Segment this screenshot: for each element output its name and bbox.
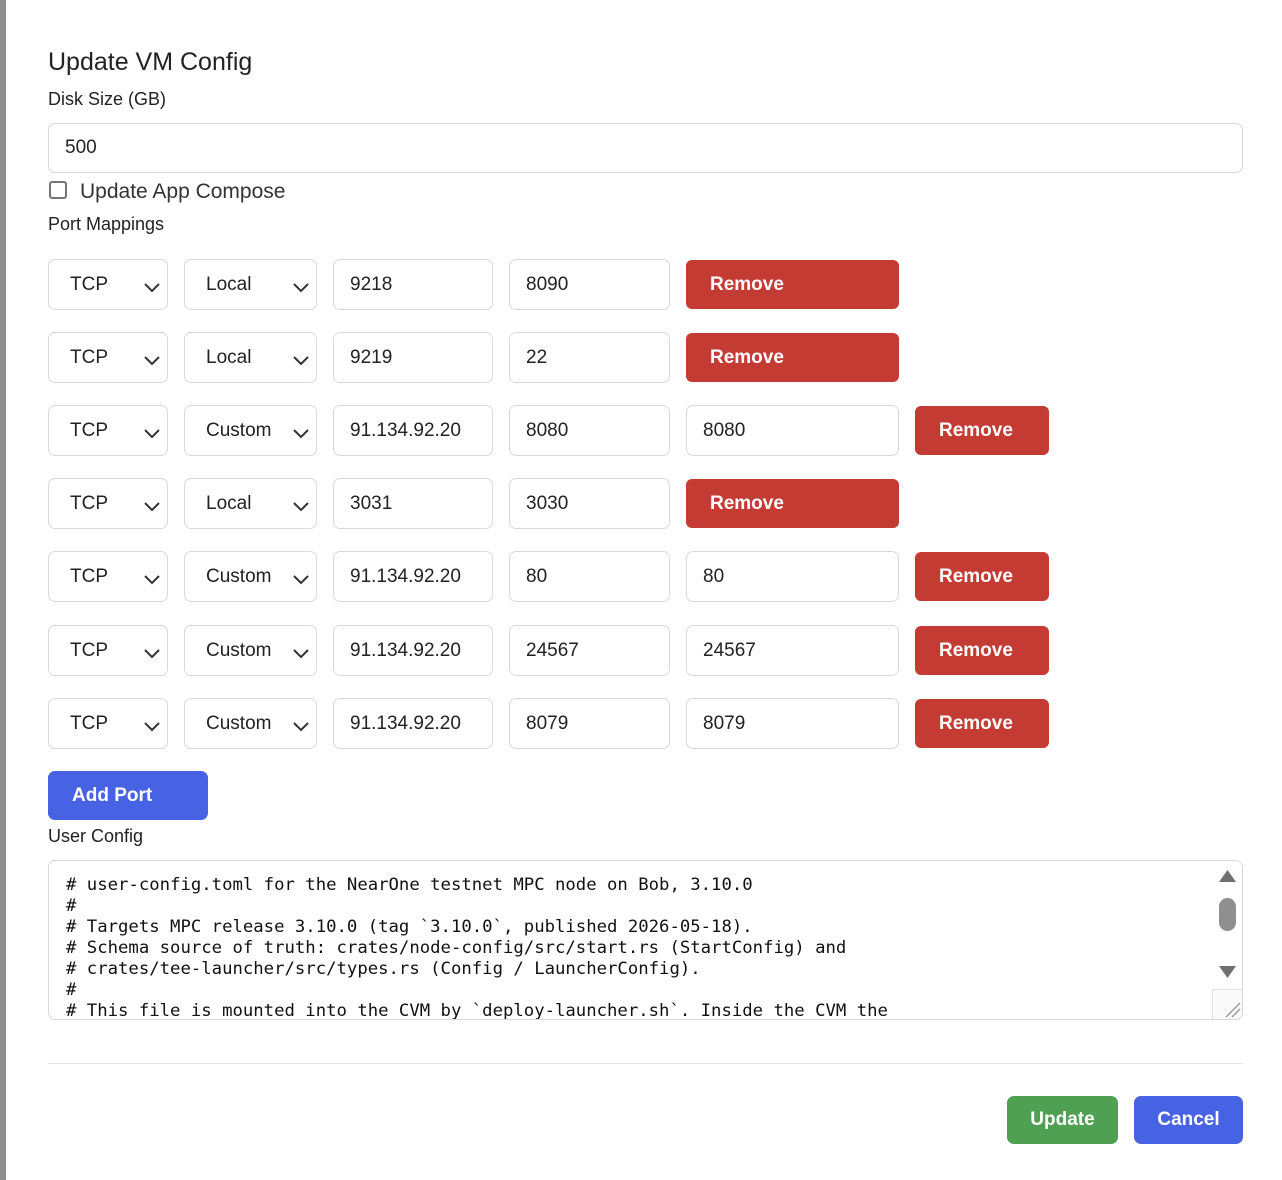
vm-port-input[interactable] — [509, 478, 670, 529]
remove-port-button[interactable]: Remove — [686, 260, 899, 309]
protocol-select[interactable]: TCP — [48, 478, 168, 529]
mode-value: Local — [206, 493, 252, 514]
dialog-title: Update VM Config — [48, 48, 253, 76]
vm-port-input[interactable] — [686, 698, 899, 749]
protocol-value: TCP — [70, 713, 108, 734]
chevron-down-icon — [292, 644, 310, 659]
mode-select[interactable]: Custom — [184, 698, 317, 749]
mode-value: Local — [206, 274, 252, 295]
protocol-select[interactable]: TCP — [48, 405, 168, 456]
update-button[interactable]: Update — [1007, 1096, 1118, 1144]
textarea-scrollbar[interactable] — [1212, 861, 1242, 991]
user-config-textarea[interactable]: # user-config.toml for the NearOne testn… — [48, 860, 1243, 1020]
chevron-down-icon — [292, 497, 310, 512]
protocol-value: TCP — [70, 640, 108, 661]
protocol-value: TCP — [70, 420, 108, 441]
code-line: # — [66, 896, 77, 916]
mode-select[interactable]: Custom — [184, 625, 317, 676]
code-line: # Schema source of truth: crates/node-co… — [66, 938, 847, 958]
chevron-down-icon — [143, 278, 161, 293]
code-line: # Targets MPC release 3.10.0 (tag `3.10.… — [66, 917, 753, 937]
host-port-input[interactable] — [509, 551, 670, 602]
chevron-down-icon — [292, 570, 310, 585]
address-input[interactable] — [333, 698, 493, 749]
mode-select[interactable]: Local — [184, 259, 317, 310]
protocol-value: TCP — [70, 566, 108, 587]
disk-size-input[interactable] — [48, 123, 1243, 173]
mode-value: Local — [206, 347, 252, 368]
mode-select[interactable]: Local — [184, 332, 317, 383]
chevron-down-icon — [143, 351, 161, 366]
scrollbar-thumb[interactable] — [1219, 898, 1236, 931]
protocol-select[interactable]: TCP — [48, 625, 168, 676]
code-line: # user-config.toml for the NearOne testn… — [66, 875, 753, 895]
mode-select[interactable]: Local — [184, 478, 317, 529]
chevron-down-icon — [292, 278, 310, 293]
remove-port-button[interactable]: Remove — [915, 406, 1049, 455]
update-app-compose-label: Update App Compose — [80, 180, 286, 203]
protocol-select[interactable]: TCP — [48, 259, 168, 310]
scroll-down-arrow-icon[interactable] — [1218, 965, 1237, 979]
remove-port-button[interactable]: Remove — [915, 552, 1049, 601]
code-line: # This file is mounted into the CVM by `… — [66, 1001, 888, 1020]
disk-size-label: Disk Size (GB) — [48, 89, 167, 109]
chevron-down-icon — [292, 424, 310, 439]
vm-port-input[interactable] — [686, 551, 899, 602]
chevron-down-icon — [292, 351, 310, 366]
port-mappings-label: Port Mappings — [48, 214, 165, 234]
protocol-value: TCP — [70, 274, 108, 295]
resize-handle-icon[interactable] — [1212, 989, 1242, 1019]
code-line: # — [66, 980, 77, 1000]
vm-port-input[interactable] — [509, 259, 670, 310]
remove-port-button[interactable]: Remove — [686, 479, 899, 528]
address-input[interactable] — [333, 405, 493, 456]
cancel-button[interactable]: Cancel — [1134, 1096, 1243, 1144]
mode-value: Custom — [206, 566, 272, 587]
host-port-input[interactable] — [333, 332, 493, 383]
remove-port-button[interactable]: Remove — [915, 699, 1049, 748]
vm-port-input[interactable] — [686, 625, 899, 676]
mode-value: Custom — [206, 640, 272, 661]
address-input[interactable] — [333, 625, 493, 676]
mode-value: Custom — [206, 420, 272, 441]
scroll-up-arrow-icon[interactable] — [1218, 869, 1237, 883]
protocol-select[interactable]: TCP — [48, 551, 168, 602]
update-app-compose-checkbox[interactable] — [49, 181, 67, 199]
host-port-input[interactable] — [333, 478, 493, 529]
add-port-button[interactable]: Add Port — [48, 771, 208, 820]
update-vm-config-dialog: Update VM Config Disk Size (GB) Update A… — [6, 0, 1282, 1180]
host-port-input[interactable] — [509, 625, 670, 676]
remove-port-button[interactable]: Remove — [915, 626, 1049, 675]
chevron-down-icon — [143, 570, 161, 585]
user-config-label: User Config — [48, 826, 144, 846]
host-port-input[interactable] — [333, 259, 493, 310]
mode-select[interactable]: Custom — [184, 405, 317, 456]
chevron-down-icon — [143, 497, 161, 512]
code-line: # crates/tee-launcher/src/types.rs (Conf… — [66, 959, 701, 979]
address-input[interactable] — [333, 551, 493, 602]
chevron-down-icon — [143, 424, 161, 439]
protocol-value: TCP — [70, 347, 108, 368]
remove-port-button[interactable]: Remove — [686, 333, 899, 382]
protocol-select[interactable]: TCP — [48, 332, 168, 383]
host-port-input[interactable] — [509, 405, 670, 456]
host-port-input[interactable] — [509, 698, 670, 749]
chevron-down-icon — [292, 717, 310, 732]
chevron-down-icon — [143, 717, 161, 732]
footer-divider — [48, 1063, 1243, 1064]
protocol-select[interactable]: TCP — [48, 698, 168, 749]
chevron-down-icon — [143, 644, 161, 659]
vm-port-input[interactable] — [509, 332, 670, 383]
protocol-value: TCP — [70, 493, 108, 514]
vm-port-input[interactable] — [686, 405, 899, 456]
mode-select[interactable]: Custom — [184, 551, 317, 602]
mode-value: Custom — [206, 713, 272, 734]
